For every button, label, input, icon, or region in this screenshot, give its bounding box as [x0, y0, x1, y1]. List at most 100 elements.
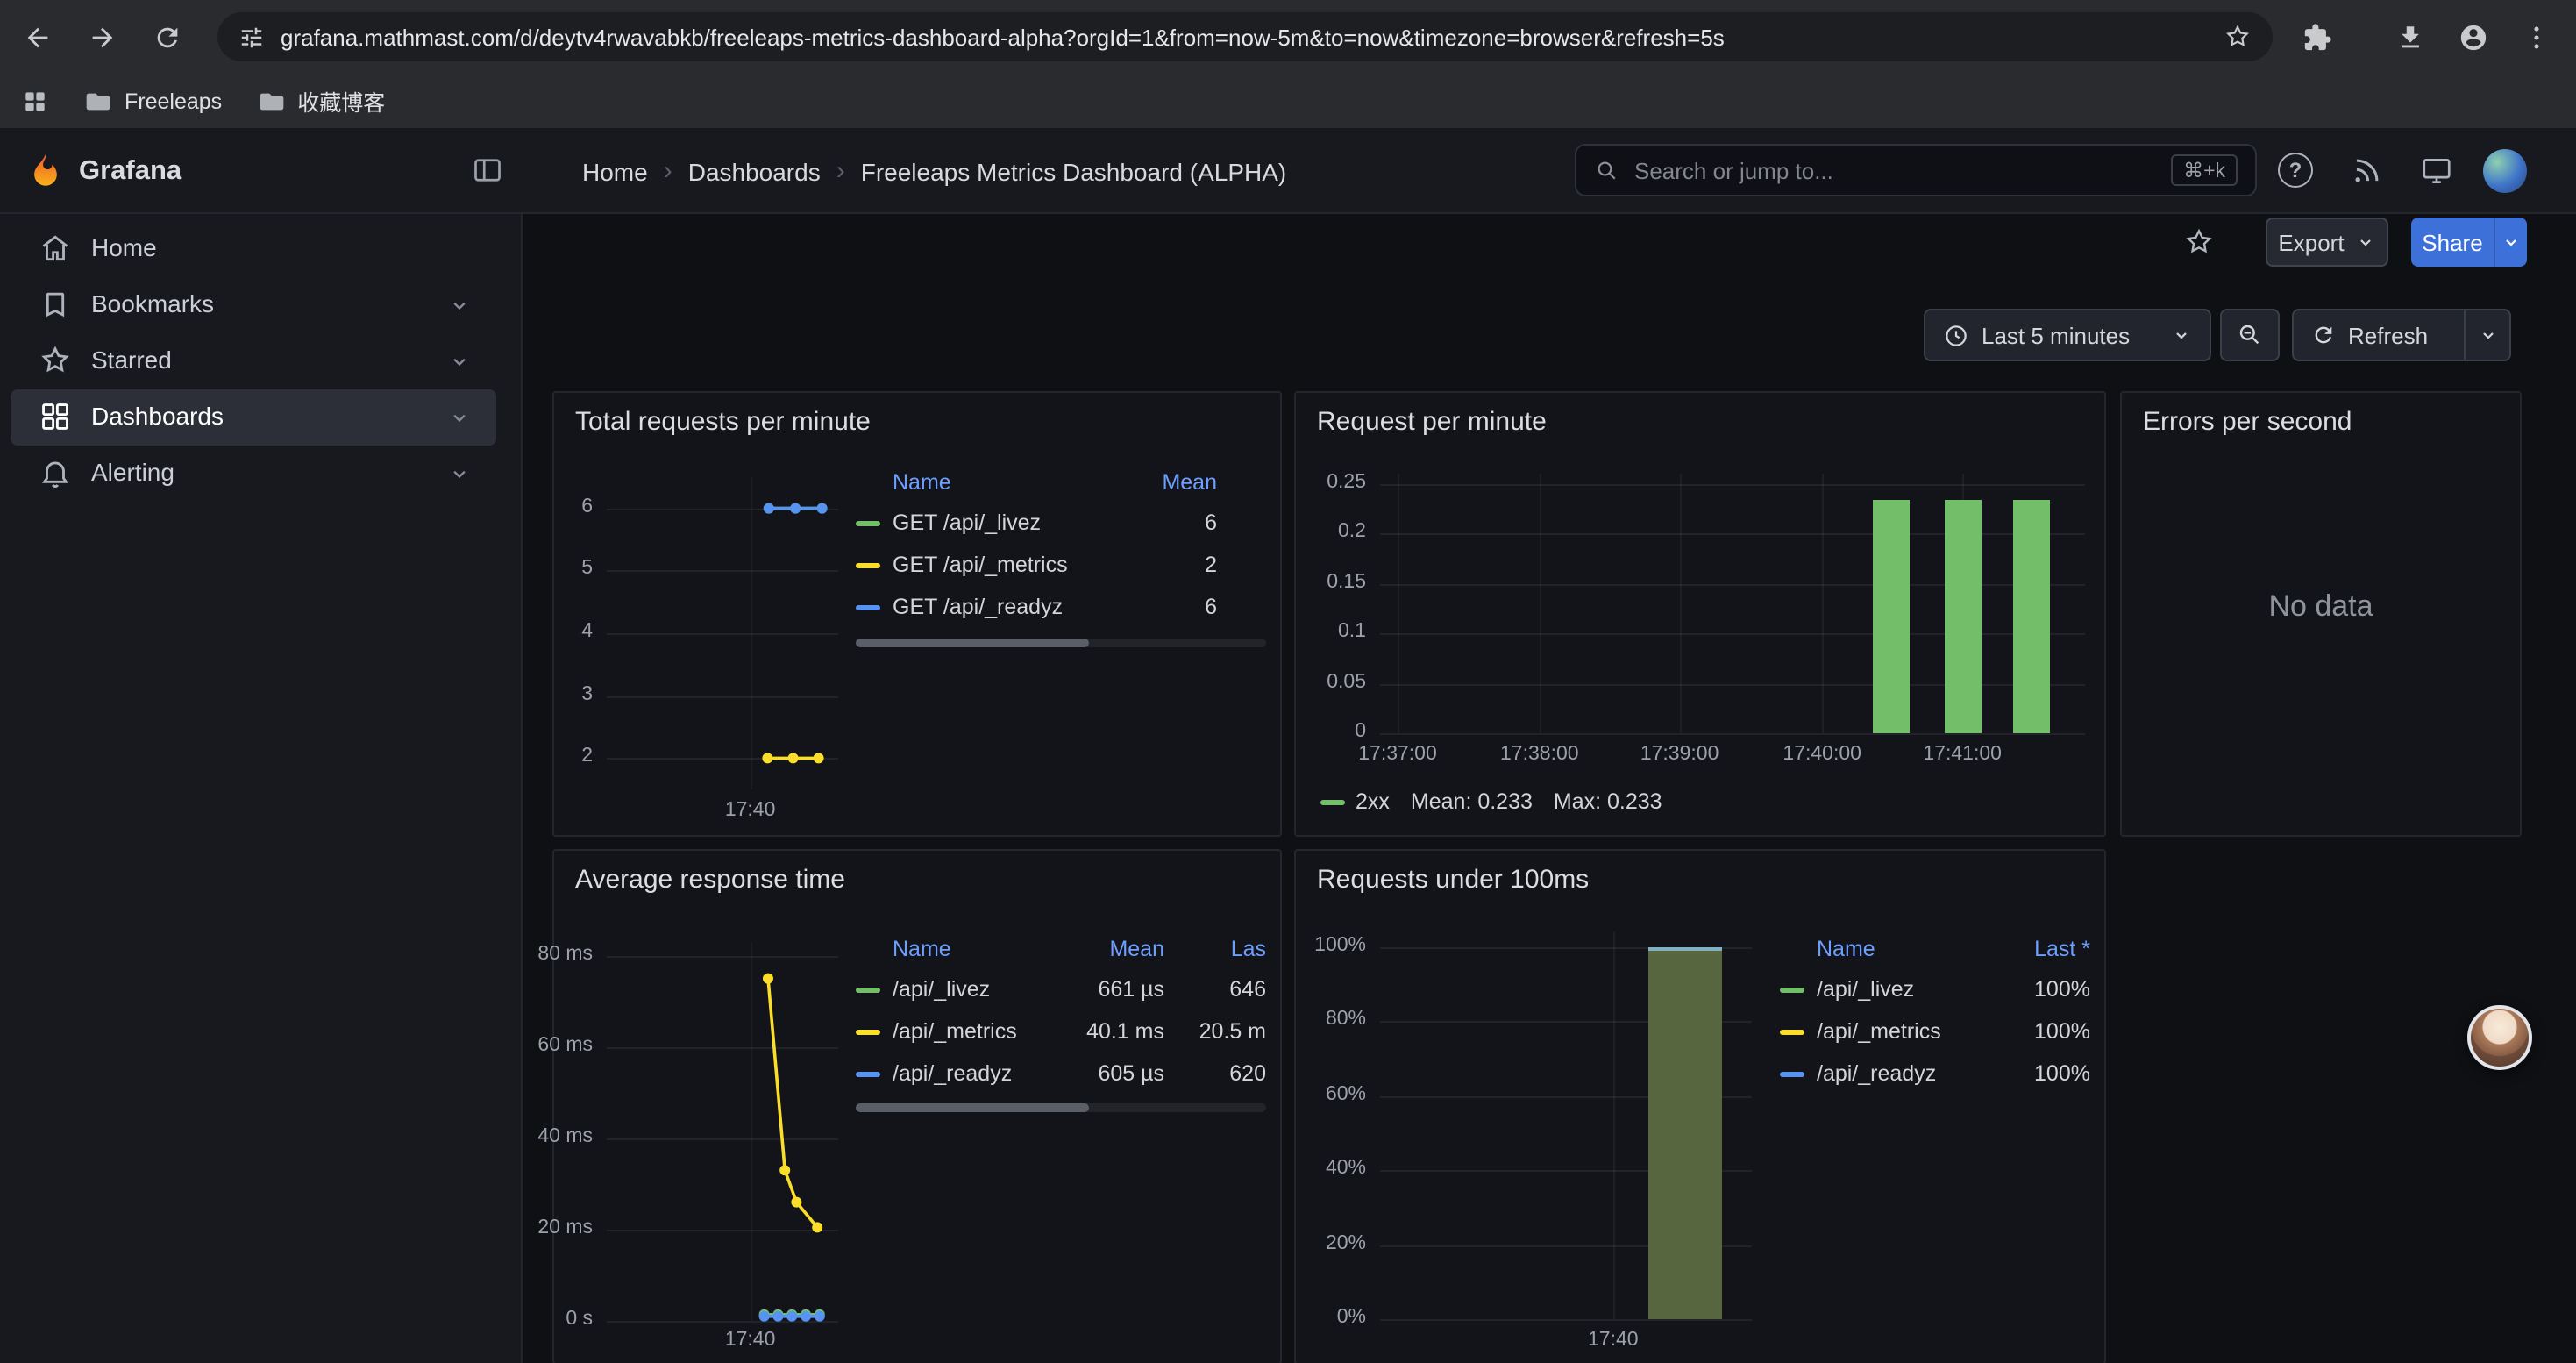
legend-value: 620 — [1164, 1061, 1266, 1086]
legend-header[interactable]: Last * — [1976, 937, 2090, 961]
site-info-icon[interactable] — [238, 24, 265, 50]
sidebar-item-bookmarks[interactable]: Bookmarks — [11, 277, 496, 333]
time-range-picker[interactable]: Last 5 minutes — [1924, 309, 2211, 361]
legend-value: 2 — [1119, 553, 1217, 577]
downloads-icon[interactable] — [2387, 14, 2432, 60]
legend-header[interactable]: Mean — [1063, 937, 1164, 961]
refresh-interval-button[interactable] — [2464, 309, 2511, 361]
legend-table: NameLast * /api/_livez100%/api/_metrics10… — [1780, 930, 2090, 1095]
extensions-icon[interactable] — [2294, 14, 2339, 60]
search-box[interactable]: ⌘+k — [1575, 144, 2257, 196]
legend-header[interactable]: Mean — [1119, 470, 1217, 495]
dashboards-grid-icon — [39, 400, 72, 433]
x-axis-label: 17:37:00 — [1358, 744, 1437, 765]
bookmarks-bar: Freeleaps 收藏博客 — [0, 74, 2576, 128]
legend-value: 646 — [1164, 977, 1266, 1002]
panel-title[interactable]: Request per minute — [1317, 407, 1547, 437]
bookmark-item[interactable]: 收藏博客 — [257, 84, 385, 118]
favorite-star-icon[interactable] — [2183, 226, 2215, 258]
legend-header[interactable]: Name — [856, 470, 1119, 495]
legend-row[interactable]: /api/_metrics40.1 ms20.5 m — [856, 1010, 1266, 1053]
legend-item[interactable]: Max: 0.233 — [1554, 789, 1662, 814]
chevron-down-icon[interactable] — [447, 461, 472, 486]
sidebar-collapse-icon[interactable] — [472, 154, 503, 186]
forward-icon[interactable] — [79, 14, 125, 60]
chevron-down-icon[interactable] — [447, 405, 472, 430]
legend-item[interactable]: 2xx — [1320, 789, 1390, 814]
legend-scrollbar[interactable] — [856, 639, 1266, 647]
refresh-icon — [2311, 323, 2336, 347]
legend-row[interactable]: /api/_metrics100% — [1780, 1010, 2090, 1053]
menu-kebab-icon[interactable] — [2513, 14, 2558, 60]
x-axis-label: 17:40:00 — [1783, 744, 1861, 765]
sidebar-item-home[interactable]: Home — [11, 221, 496, 277]
bar — [1648, 946, 1722, 1319]
url-bar[interactable]: grafana.mathmast.com/d/deytv4rwavabkb/fr… — [217, 12, 2273, 61]
url-text[interactable]: grafana.mathmast.com/d/deytv4rwavabkb/fr… — [281, 24, 2208, 50]
profile-icon[interactable] — [2450, 14, 2495, 60]
legend-row[interactable]: GET /api/_readyz6 — [856, 586, 1266, 628]
panel-title[interactable]: Requests under 100ms — [1317, 865, 1589, 895]
chevron-down-icon[interactable] — [447, 349, 472, 374]
sidebar-item-starred[interactable]: Starred — [11, 333, 496, 389]
legend-row[interactable]: /api/_livez100% — [1780, 968, 2090, 1010]
share-button[interactable]: Share — [2411, 218, 2494, 267]
search-input[interactable] — [1634, 157, 2157, 183]
reload-icon[interactable] — [144, 14, 189, 60]
x-axis-label: 17:41:00 — [1923, 744, 2002, 765]
news-rss-icon[interactable] — [2350, 154, 2383, 188]
y-axis-label: 40 ms — [516, 1126, 593, 1147]
chevron-down-icon[interactable] — [447, 293, 472, 318]
chevron-down-icon — [2171, 325, 2192, 346]
user-avatar[interactable] — [2483, 149, 2527, 193]
export-button[interactable]: Export — [2266, 218, 2388, 267]
legend-row[interactable]: /api/_livez661 µs646 — [856, 968, 1266, 1010]
legend-value: 40.1 ms — [1063, 1019, 1164, 1044]
refresh-button[interactable]: Refresh — [2292, 309, 2466, 361]
legend-inline: 2xx Mean: 0.233 Max: 0.233 — [1320, 789, 1662, 814]
sidebar-item-label: Bookmarks — [91, 289, 214, 318]
zoom-out-button[interactable] — [2220, 309, 2280, 361]
legend-row[interactable]: /api/_readyz605 µs620 — [856, 1053, 1266, 1095]
grafana-logo-icon[interactable] — [26, 151, 65, 189]
legend-item[interactable]: Mean: 0.233 — [1411, 789, 1533, 814]
y-axis-label: 40% — [1289, 1158, 1366, 1179]
panel-title[interactable]: Errors per second — [2143, 407, 2352, 437]
bookmark-item[interactable]: Freeleaps — [84, 87, 222, 115]
back-icon[interactable] — [14, 14, 60, 60]
y-axis-label: 0.05 — [1289, 671, 1366, 692]
legend-row[interactable]: GET /api/_metrics2 — [856, 544, 1266, 586]
share-menu-button[interactable] — [2494, 218, 2527, 267]
kiosk-monitor-icon[interactable] — [2420, 154, 2453, 188]
panel-title[interactable]: Total requests per minute — [575, 407, 871, 437]
y-axis-label: 3 — [516, 683, 593, 704]
chart-canvas — [607, 933, 838, 1330]
folder-icon — [257, 87, 285, 115]
apps-grid-icon[interactable] — [21, 87, 49, 115]
sidebar-item-alerting[interactable]: Alerting — [11, 446, 496, 502]
brand-name[interactable]: Grafana — [79, 156, 181, 188]
legend-series-name: /api/_readyz — [1780, 1061, 1976, 1086]
help-icon[interactable]: ? — [2278, 153, 2313, 188]
legend-scrollbar-thumb[interactable] — [856, 1103, 1089, 1112]
legend-series-name: /api/_metrics — [856, 1019, 1063, 1044]
legend-row[interactable]: /api/_readyz100% — [1780, 1053, 2090, 1095]
legend-scrollbar-thumb[interactable] — [856, 639, 1089, 647]
assistant-avatar-widget[interactable] — [2467, 1005, 2532, 1070]
legend-header[interactable]: Name — [1780, 937, 1976, 961]
breadcrumb-home[interactable]: Home — [582, 157, 648, 185]
y-axis-label: 60 ms — [516, 1035, 593, 1056]
y-axis-label: 5 — [516, 559, 593, 580]
bookmark-star-icon[interactable] — [2224, 23, 2252, 51]
panel-title[interactable]: Average response time — [575, 865, 845, 895]
breadcrumb-dashboards[interactable]: Dashboards — [688, 157, 821, 185]
grafana-header: Grafana Home › Dashboards › Freeleaps Me… — [0, 128, 2576, 214]
legend-header[interactable]: Las — [1164, 937, 1266, 961]
search-shortcut-kbd: ⌘+k — [2171, 154, 2238, 186]
no-data-text: No data — [2122, 589, 2520, 624]
panel-request-per-minute: Request per minute0.250.20.150.10.05017:… — [1294, 391, 2106, 837]
legend-row[interactable]: GET /api/_livez6 — [856, 502, 1266, 544]
legend-header[interactable]: Name — [856, 937, 1063, 961]
legend-scrollbar[interactable] — [856, 1103, 1266, 1112]
sidebar-item-dashboards[interactable]: Dashboards — [11, 389, 496, 446]
